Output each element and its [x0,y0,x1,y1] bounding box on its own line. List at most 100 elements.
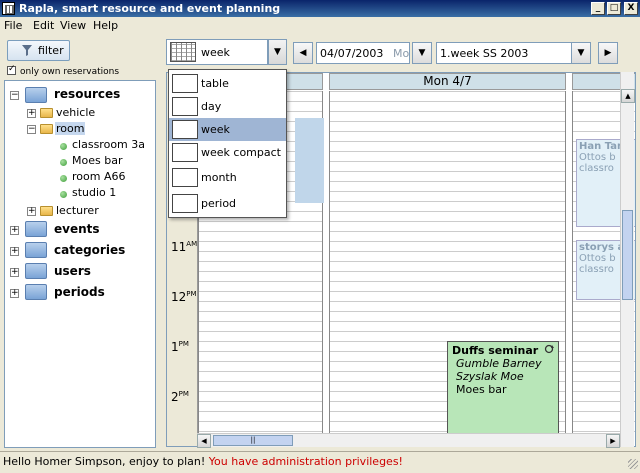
view-option-period[interactable]: period [169,192,286,215]
event-title: Duffs seminar [452,344,539,357]
grid-line [330,301,565,302]
tree-node-room-item[interactable]: classroom 3a [72,138,145,151]
status-bar: Hello Homer Simpson, enjoy to plan! You … [0,451,640,473]
tree-node-events[interactable]: events [54,222,100,236]
grid-line [199,301,322,302]
vertical-scrollbar[interactable]: ▲ [620,72,635,447]
scroll-left-icon[interactable]: ◀ [197,434,211,448]
tree-node-users[interactable]: users [54,264,91,278]
next-button[interactable]: ▶ [598,42,618,64]
grid-line [199,381,322,382]
scroll-right-icon[interactable]: ▶ [606,434,620,448]
vertical-scroll-thumb[interactable] [622,210,633,300]
grid-line [330,131,565,132]
grid-line [330,311,565,312]
collapse-icon[interactable]: − [27,125,36,134]
view-dropdown-arrow[interactable]: ▼ [268,39,287,65]
tree-node-room-item[interactable]: Moes bar [72,154,122,167]
close-button[interactable]: X [624,2,638,15]
expand-icon[interactable]: + [10,247,19,256]
resource-dot-icon [60,159,67,166]
minimize-button[interactable]: _ [591,2,605,15]
tree-node-vehicle[interactable]: vehicle [56,106,95,119]
busy-block [295,118,324,203]
menu-file[interactable]: File [4,19,22,32]
tree-node-categories[interactable]: categories [54,243,125,257]
resource-dot-icon [60,191,67,198]
view-option-month[interactable]: month [169,166,286,189]
resource-tree[interactable]: − resources + vehicle − room classroom 3… [4,80,156,448]
resize-grip-icon[interactable] [628,459,638,469]
tree-node-lecturer[interactable]: lecturer [56,204,99,217]
grid-line [199,391,322,392]
previous-button[interactable]: ◀ [293,42,313,64]
day-header-mon: Mon 4/7 [329,73,566,90]
folder-open-icon [25,87,47,103]
collapse-icon[interactable]: − [10,91,19,100]
event-room: Moes bar [456,383,507,396]
tree-node-room-item[interactable]: studio 1 [72,186,116,199]
expand-icon[interactable]: + [27,109,36,118]
view-option-label: week compact [201,146,281,159]
view-selector[interactable]: week [166,39,268,65]
filter-label: filter [38,44,64,57]
tree-node-room-item[interactable]: room A66 [72,170,125,183]
date-dropdown-arrow[interactable]: ▼ [412,42,432,64]
view-selector-value: week [201,46,230,59]
status-text: Hello Homer Simpson, enjoy to plan! You … [3,455,403,468]
scroll-up-icon[interactable]: ▲ [621,89,635,103]
grid-line [199,321,322,322]
grid-line [330,241,565,242]
view-option-week-compact[interactable]: week compact [169,141,286,164]
expand-icon[interactable]: + [10,268,19,277]
expand-icon[interactable]: + [27,207,36,216]
grid-line [330,201,565,202]
categories-folder-icon [25,242,47,258]
tree-node-resources[interactable]: resources [54,87,120,101]
grid-line [199,351,322,352]
grid-line [199,281,322,282]
hour-label: 2PM [171,390,189,404]
grid-line [199,411,322,412]
view-option-label: month [201,171,237,184]
grid-line [330,91,565,92]
tree-node-periods[interactable]: periods [54,285,105,299]
tree-node-room[interactable]: room [55,122,86,135]
grid-line [199,231,322,232]
hour-label: 1PM [171,340,189,354]
view-option-day[interactable]: day [169,95,286,118]
period-selector[interactable]: 1.week SS 2003 [436,42,578,64]
maximize-button[interactable]: □ [607,2,621,15]
view-option-label: week [201,123,230,136]
filter-button[interactable]: filter [7,40,70,61]
period-view-icon [172,194,198,213]
month-view-icon [172,168,198,187]
view-option-week[interactable]: week [169,118,286,141]
day-column-mon[interactable]: Duffs seminar Gumble Barney Szyslak Moe … [329,91,566,440]
grid-line [330,211,565,212]
admin-notice: You have administration privileges! [208,455,403,468]
status-greeting: Hello Homer Simpson, enjoy to plan! [3,455,206,468]
grid-line [330,171,565,172]
grid-line [199,221,322,222]
period-dropdown-arrow[interactable]: ▼ [571,42,591,64]
resource-dot-icon [60,143,67,150]
view-option-table[interactable]: table [169,72,286,95]
menu-view[interactable]: View [60,19,86,32]
grid-line [330,221,565,222]
hour-label: 11AM [171,240,198,254]
date-field[interactable]: 04/07/2003 Mo [316,42,410,64]
view-toolbar: week ▼ ◀ 04/07/2003 Mo ▼ 1.week SS 2003 … [166,38,640,68]
horizontal-scroll-thumb[interactable]: || [213,435,293,446]
event-duffs-seminar[interactable]: Duffs seminar Gumble Barney Szyslak Moe … [447,341,559,440]
view-option-label: day [201,100,222,113]
menu-help[interactable]: Help [93,19,118,32]
users-folder-icon [25,263,47,279]
grid-line [330,141,565,142]
only-own-reservations-checkbox[interactable]: only own reservations [7,64,119,77]
horizontal-scrollbar[interactable]: ◀ || ▶ [197,433,620,448]
expand-icon[interactable]: + [10,289,19,298]
menu-edit[interactable]: Edit [33,19,54,32]
expand-icon[interactable]: + [10,226,19,235]
periods-folder-icon [25,284,47,300]
